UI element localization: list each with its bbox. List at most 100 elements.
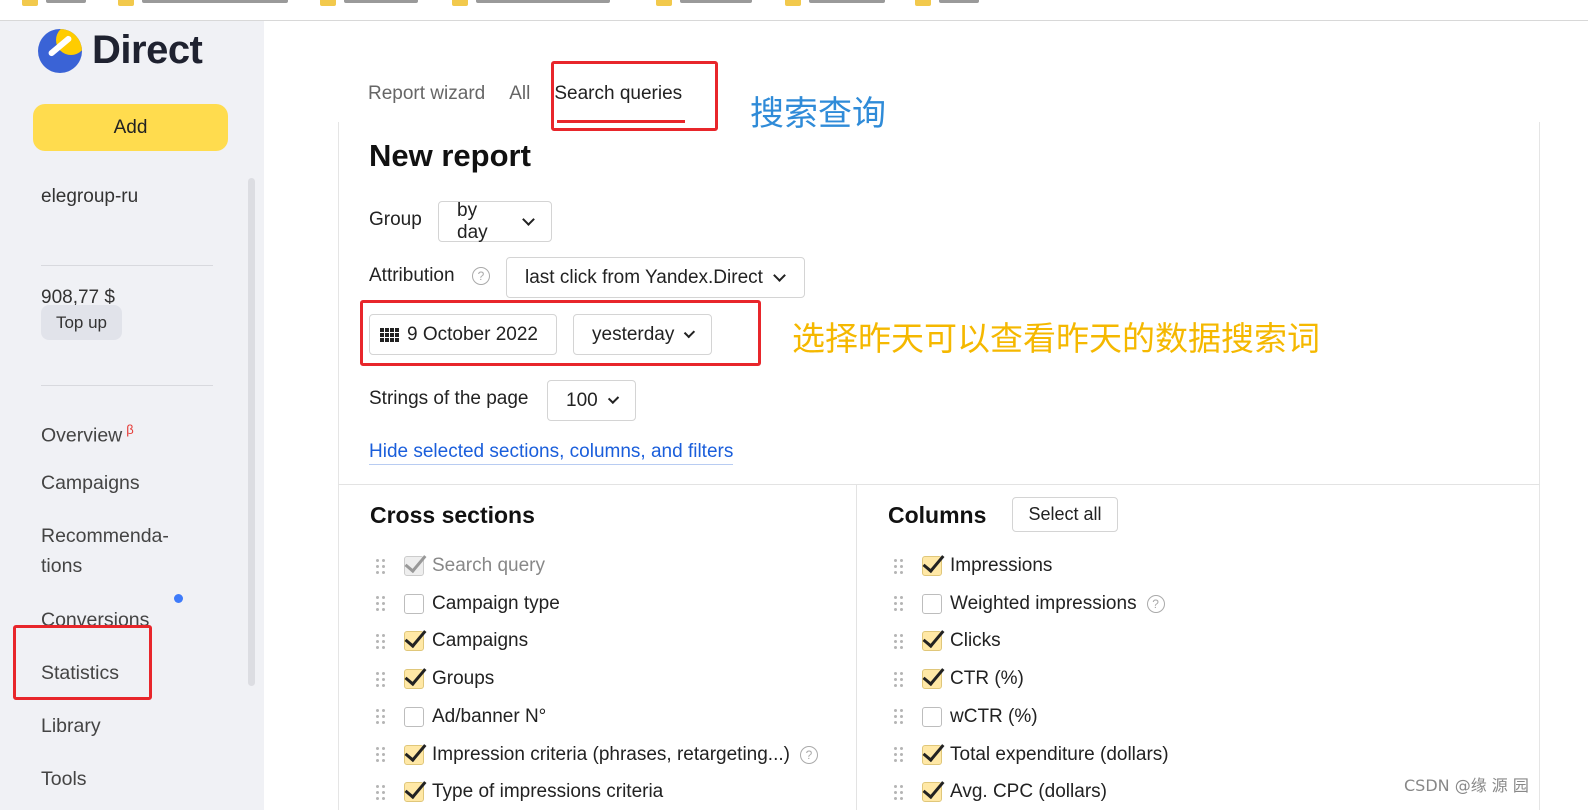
drag-handle-icon[interactable] [376, 633, 386, 649]
checkbox-label: Type of impressions criteria [432, 781, 664, 803]
drag-handle-icon[interactable] [376, 784, 386, 800]
date-value: 9 October 2022 [407, 323, 538, 345]
tab-all[interactable]: All [509, 83, 530, 105]
checkbox[interactable] [404, 706, 424, 727]
bookmark-item[interactable] [22, 0, 86, 9]
checkbox[interactable] [404, 593, 424, 614]
group-value: by day [457, 199, 488, 243]
add-button[interactable]: Add [33, 104, 228, 151]
tab-report-wizard[interactable]: Report wizard [368, 83, 485, 105]
checkbox-row[interactable]: wCTR (%) [894, 703, 1038, 731]
checkbox[interactable] [404, 631, 424, 652]
drag-handle-icon[interactable] [376, 596, 386, 612]
divider [856, 485, 857, 810]
checkbox [404, 556, 424, 576]
checkbox[interactable] [404, 744, 424, 765]
checkbox[interactable] [404, 669, 424, 690]
checkbox-row[interactable]: CTR (%) [894, 665, 1024, 693]
sidebar-scrollbar[interactable] [248, 178, 255, 686]
checkbox-label: Avg. CPC (dollars) [950, 781, 1107, 803]
cross-sections-title: Cross sections [370, 502, 535, 528]
sidebar-item-campaigns[interactable]: Campaigns [41, 468, 140, 498]
drag-handle-icon[interactable] [894, 747, 904, 762]
checkbox-label: Campaign type [432, 592, 560, 614]
drag-handle-icon[interactable] [376, 709, 386, 725]
notification-dot-icon [174, 594, 183, 603]
drag-handle-icon[interactable] [894, 558, 904, 574]
checkbox-row[interactable]: Clicks [894, 627, 1001, 655]
checkbox-row[interactable]: Total expenditure (dollars) [894, 741, 1169, 769]
attribution-select[interactable]: last click from Yandex.Direct [506, 257, 805, 298]
account-name[interactable]: elegroup-ru [41, 186, 138, 208]
drag-handle-icon[interactable] [894, 784, 904, 800]
sidebar-item-label: Recommenda- [41, 525, 169, 547]
checkbox[interactable] [922, 706, 942, 727]
sidebar-item-library[interactable]: Library [41, 711, 101, 741]
strings-label: Strings of the page [369, 388, 529, 409]
sidebar-item-label: tions [41, 555, 83, 577]
checkbox[interactable] [922, 631, 942, 652]
checkbox-row[interactable]: Impressions [894, 552, 1052, 580]
sidebar-item-conversions[interactable]: Conversions [41, 605, 149, 635]
checkbox-row[interactable]: Groups [376, 665, 494, 693]
checkbox[interactable] [922, 669, 942, 690]
bookmark-item[interactable] [452, 0, 610, 9]
bookmark-item[interactable] [915, 0, 979, 9]
chevron-down-icon [607, 392, 620, 404]
drag-handle-icon[interactable] [894, 671, 904, 687]
checkbox-row[interactable]: Campaign type [376, 590, 560, 618]
select-all-button[interactable]: Select all [1012, 497, 1118, 532]
checkbox-label: Search query [432, 555, 546, 576]
checkbox-label: Clicks [950, 630, 1001, 652]
beta-badge: β [126, 422, 134, 437]
sidebar-item-statistics[interactable]: Statistics [41, 658, 119, 688]
folder-icon [320, 0, 336, 6]
checkbox-row[interactable]: Type of impressions criteria [376, 778, 663, 806]
checkbox-label: Weighted impressions [950, 592, 1137, 614]
bookmark-item[interactable] [118, 0, 288, 9]
drag-handle-icon[interactable] [376, 558, 386, 574]
top-up-button[interactable]: Top up [41, 305, 122, 340]
group-select[interactable]: by day [438, 199, 552, 243]
help-icon[interactable]: ? [799, 745, 818, 764]
bookmark-item[interactable] [785, 0, 885, 9]
checkbox[interactable] [404, 782, 424, 803]
chevron-down-icon [773, 268, 786, 282]
sidebar-item-tools[interactable]: Tools [41, 764, 87, 794]
help-icon[interactable]: ? [1146, 594, 1165, 613]
checkbox-label: Groups [432, 668, 495, 690]
tab-search-queries[interactable]: Search queries [554, 83, 682, 105]
sidebar-item-overview[interactable]: Overview β [41, 415, 134, 451]
direct-logo[interactable]: Direct [38, 28, 203, 73]
strings-select[interactable]: 100 [547, 380, 636, 421]
checkbox-row[interactable]: Campaigns [376, 627, 528, 655]
checkbox-row[interactable]: Impression criteria (phrases, retargetin… [376, 741, 818, 769]
checkbox[interactable] [922, 556, 942, 576]
drag-handle-icon[interactable] [894, 596, 904, 612]
bookmarks-bar [0, 0, 1588, 21]
checkbox-row[interactable]: Weighted impressions? [894, 590, 1165, 618]
report-tabs: Report wizard All Search queries [368, 83, 682, 105]
drag-handle-icon[interactable] [894, 633, 904, 649]
help-icon[interactable]: ? [472, 267, 490, 285]
folder-icon [656, 0, 672, 6]
bookmark-item[interactable] [320, 0, 418, 9]
checkbox[interactable] [922, 782, 942, 803]
date-picker[interactable]: 9 October 2022 [369, 314, 557, 355]
calendar-icon [380, 327, 399, 342]
checkbox-row[interactable]: Ad/banner N° [376, 703, 546, 731]
attribution-value: last click from Yandex.Direct [525, 266, 763, 288]
sidebar-item-recommendations[interactable]: Recommenda- tions [41, 521, 169, 581]
checkbox-label: Impression criteria (phrases, retargetin… [432, 743, 790, 765]
period-select[interactable]: yesterday [573, 314, 712, 355]
checkbox[interactable] [922, 593, 942, 614]
checkbox-row[interactable]: Avg. CPC (dollars) [894, 778, 1107, 806]
divider [338, 484, 1540, 485]
drag-handle-icon[interactable] [894, 709, 904, 725]
hide-sections-link[interactable]: Hide selected sections, columns, and fil… [369, 440, 734, 465]
checkbox[interactable] [922, 744, 942, 765]
drag-handle-icon[interactable] [376, 747, 386, 762]
drag-handle-icon[interactable] [376, 671, 386, 687]
checkbox-row[interactable]: Search query [376, 552, 545, 580]
bookmark-item[interactable] [656, 0, 752, 9]
